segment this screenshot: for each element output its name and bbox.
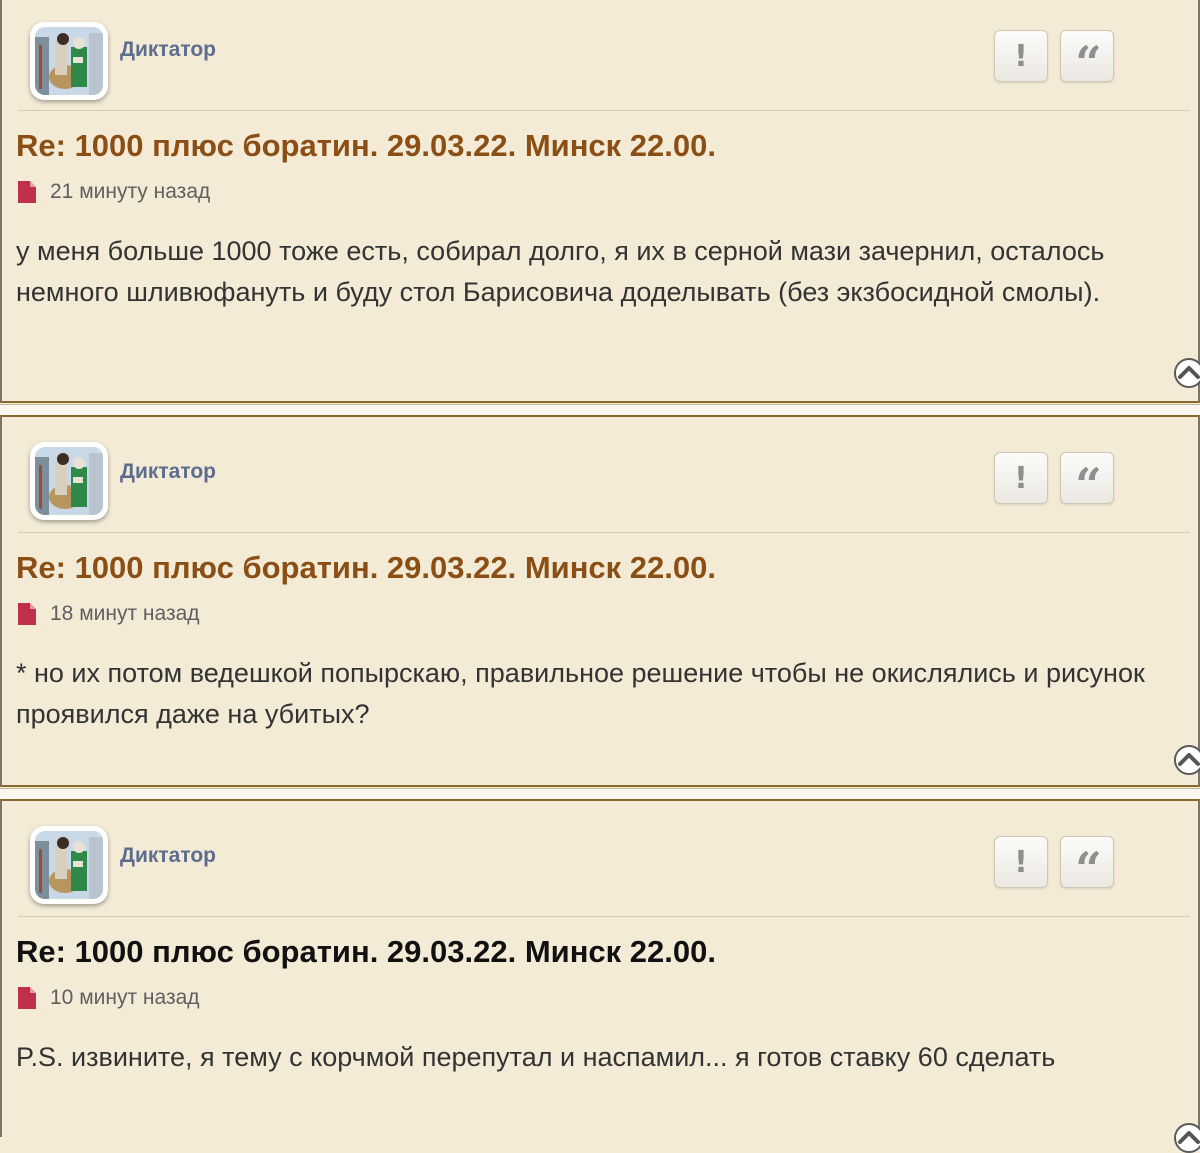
chevron-up-icon — [1178, 753, 1200, 766]
username[interactable]: Диктатор — [120, 38, 216, 62]
post-title[interactable]: Re: 1000 плюс боратин. 29.03.22. Минск 2… — [16, 128, 716, 164]
post-title[interactable]: Re: 1000 плюс боратин. 29.03.22. Минск 2… — [16, 934, 716, 970]
post-content: P.S. извините, я тему с корчмой перепута… — [16, 1042, 1056, 1072]
post-content: * но их потом ведешкой попырскаю, правил… — [16, 658, 1145, 729]
post-3: Диктатор ! “ Re: 1000 плюс боратин. 29.0… — [0, 799, 1200, 1153]
post-time: 18 минут назад — [50, 602, 200, 625]
post-1: Диктатор ! “ Re: 1000 плюс боратин. 29.0… — [0, 0, 1200, 403]
post-title[interactable]: Re: 1000 плюс боратин. 29.03.22. Минск 2… — [16, 550, 716, 586]
avatar-image — [35, 831, 103, 899]
username[interactable]: Диктатор — [120, 844, 216, 868]
user-avatar[interactable] — [30, 826, 108, 904]
exclamation-icon: ! — [1014, 38, 1028, 74]
chevron-up-icon — [1178, 1131, 1200, 1144]
back-to-top-button[interactable] — [1174, 745, 1200, 775]
user-avatar[interactable] — [30, 442, 108, 520]
exclamation-icon: ! — [1014, 460, 1028, 496]
document-icon[interactable] — [18, 987, 36, 1009]
post-content: у меня больше 1000 тоже есть, собирал до… — [16, 236, 1105, 307]
quote-icon: “ — [1075, 458, 1102, 512]
divider — [18, 110, 1190, 111]
quote-button[interactable]: “ — [1060, 452, 1114, 508]
post-gap — [0, 788, 1200, 799]
back-to-top-button[interactable] — [1174, 358, 1200, 388]
chevron-up-icon — [1178, 366, 1200, 379]
report-button[interactable]: ! — [994, 836, 1048, 888]
quote-icon: “ — [1075, 842, 1102, 896]
avatar-image — [35, 447, 103, 515]
post-meta: 10 минут назад — [18, 986, 200, 1010]
exclamation-icon: ! — [1014, 844, 1028, 880]
post-time: 21 минуту назад — [50, 180, 211, 203]
report-button[interactable]: ! — [994, 452, 1048, 504]
back-to-top-button[interactable] — [1174, 1123, 1200, 1153]
post-meta: 21 минуту назад — [18, 180, 210, 204]
divider — [18, 916, 1190, 917]
quote-icon: “ — [1075, 36, 1102, 90]
divider — [18, 532, 1190, 533]
quote-button[interactable]: “ — [1060, 30, 1114, 86]
post-meta: 18 минут назад — [18, 602, 200, 626]
document-icon[interactable] — [18, 181, 36, 203]
document-icon[interactable] — [18, 603, 36, 625]
avatar-image — [35, 27, 103, 95]
report-button[interactable]: ! — [994, 30, 1048, 82]
quote-button[interactable]: “ — [1060, 836, 1114, 892]
user-avatar[interactable] — [30, 22, 108, 100]
post-gap — [0, 404, 1200, 415]
username[interactable]: Диктатор — [120, 460, 216, 484]
post-2: Диктатор ! “ Re: 1000 плюс боратин. 29.0… — [0, 415, 1200, 787]
post-time: 10 минут назад — [50, 986, 200, 1009]
